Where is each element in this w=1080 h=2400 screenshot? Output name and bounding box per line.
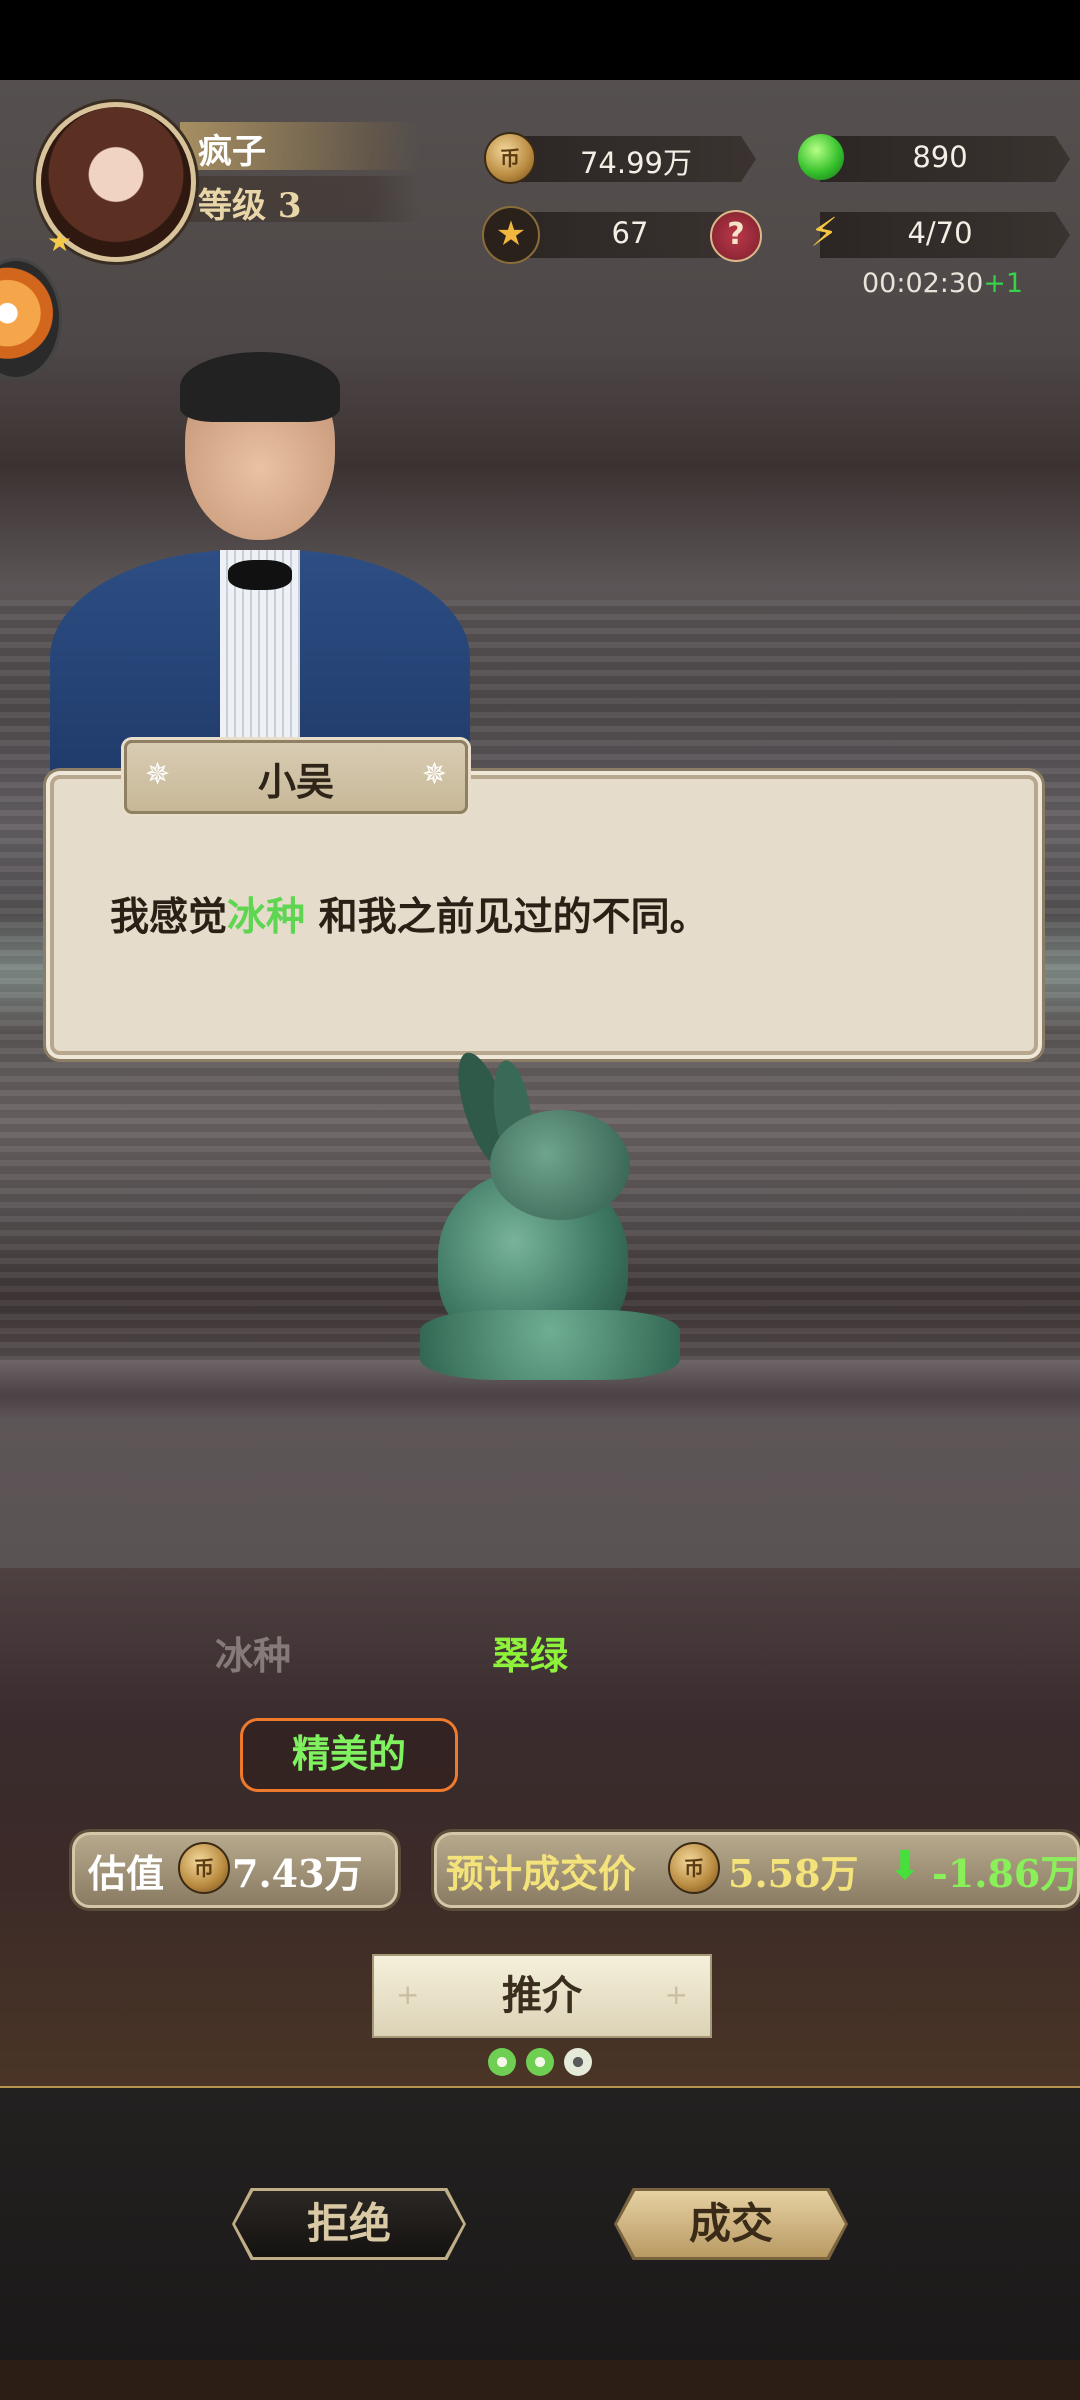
energy-value: 4/70 [907, 216, 973, 250]
reject-label: 拒绝 [306, 2199, 391, 2248]
npc-bowtie [228, 560, 292, 590]
recommend-charge-dot [488, 2048, 516, 2076]
plus-icon: + [664, 1978, 688, 2011]
timer-bonus: +1 [983, 268, 1024, 299]
bottom-strip [0, 2360, 1080, 2400]
reject-button[interactable]: 拒绝 [232, 2188, 466, 2260]
jade-head [490, 1110, 630, 1220]
recommend-charge-dot [564, 2048, 592, 2076]
jade-rabbit-item [420, 1046, 680, 1380]
coin-icon: 币 [178, 1842, 230, 1894]
speaker-nameplate: ✵ 小吴 ✵ [124, 740, 468, 814]
gems-value: 890 [912, 140, 968, 174]
stars-value: 67 [611, 216, 649, 250]
expected-price-label: 预计成交价 [446, 1851, 637, 1896]
npc-hair [180, 352, 340, 422]
recommend-button[interactable]: + 推介 + [372, 1954, 712, 2038]
lightning-icon: ⚡ [809, 210, 839, 256]
attribute-color: 翠绿 [492, 1633, 569, 1678]
player-name: 疯子 [198, 132, 266, 172]
attribute-texture: 冰种 [215, 1633, 292, 1678]
recommend-label: 推介 [502, 1972, 582, 2019]
dialog-text: 我感觉冰种 和我之前见过的不同。 [110, 886, 709, 942]
ornament-icon: ✵ [421, 757, 447, 792]
dialog-highlight: 冰种 [227, 894, 306, 940]
jade-base [420, 1310, 680, 1380]
valuation-label: 估值 [88, 1851, 165, 1896]
npc-portrait [50, 352, 470, 790]
player-level: 等级 3 [198, 186, 302, 226]
help-icon[interactable]: ? [710, 210, 762, 262]
energy-timer: 00:02:30+1 [862, 268, 1023, 299]
price-difference: -1.86万 [932, 1851, 1079, 1896]
dialog-text-part: 和我之前见过的不同。 [305, 894, 709, 940]
deal-label: 成交 [688, 2199, 773, 2248]
action-bar [0, 2088, 1080, 2400]
expected-price-value: 5.58万 [728, 1851, 859, 1896]
valuation-value: 7.43万 [232, 1851, 363, 1896]
gem-icon[interactable] [798, 134, 844, 180]
speaker-name: 小吴 [257, 759, 334, 804]
quality-badge: 精美的 [240, 1718, 458, 1792]
coins-value: 74.99万 [579, 146, 693, 180]
arrow-down-icon: ⬇ [888, 1843, 922, 1889]
dialog-text-part: 我感觉 [110, 894, 228, 940]
deal-button[interactable]: 成交 [614, 2188, 848, 2260]
recommend-charge-dot [526, 2048, 554, 2076]
star-points-icon: ★ [482, 206, 540, 264]
coin-icon: 币 [668, 1842, 720, 1894]
player-avatar[interactable]: ★ [36, 102, 196, 262]
star-icon: ★ [47, 225, 73, 258]
timer-text: 00:02:30 [862, 268, 984, 299]
coin-icon: 币 [484, 132, 536, 184]
